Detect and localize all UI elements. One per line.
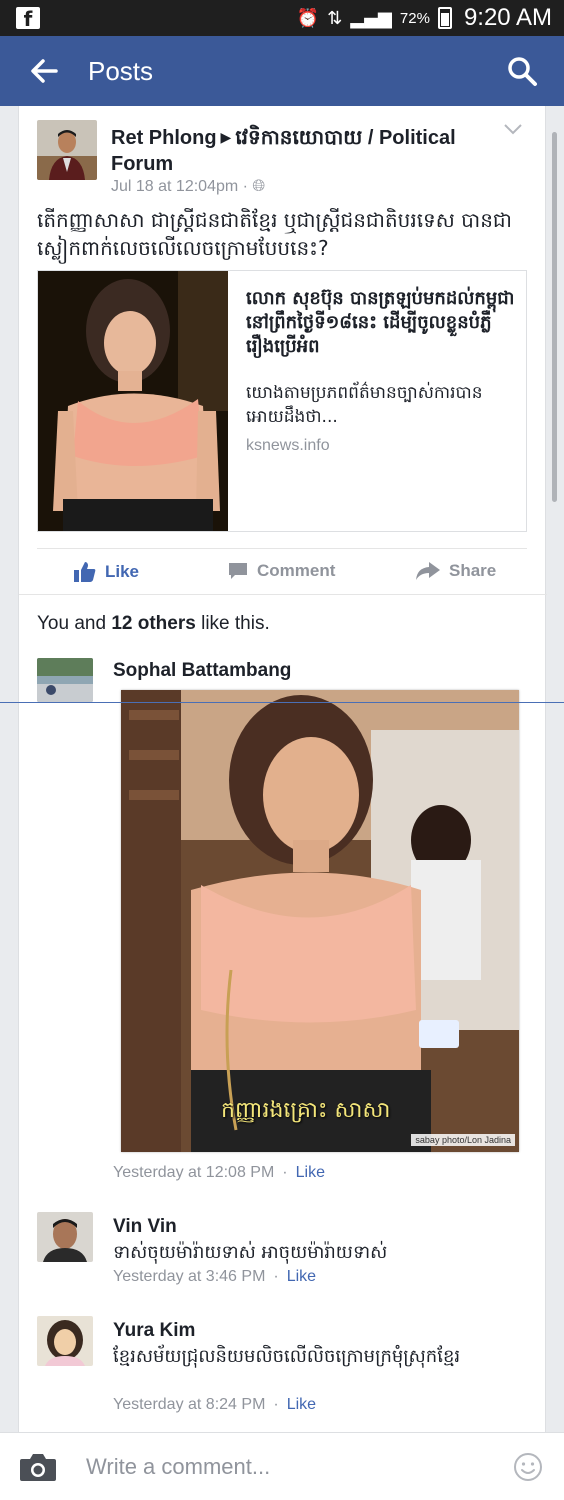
link-preview[interactable]: លោក សុខប៊ុន បានត្រឡប់មកដល់កម្ពុជានៅព្រឹក… [37,270,527,532]
comment-text: ខ្មែរសម័យជ្រុលនិយមលិចលើលិចក្រោមក្រមុំស្រ… [113,1346,461,1367]
data-transfer-icon: ⇅ [327,7,343,29]
link-domain: ksnews.info [246,437,330,454]
status-icons: ⏰ ⇅ ▂▄▆ 72% 9:20 AM [297,0,552,36]
comment-input[interactable] [86,1451,466,1483]
comment-like-link[interactable]: Like [287,1268,316,1285]
photo-credit: sabay photo/Lon Jadina [411,1134,515,1146]
page-title: Posts [88,56,154,86]
comment-time[interactable]: Yesterday at 8:24 PM [113,1396,265,1413]
author-name[interactable]: Ret Phlong [111,127,217,149]
share-button[interactable]: Share [415,561,496,581]
commenter-avatar[interactable] [37,1316,93,1366]
post-action-bar: Like Comment Share [37,548,527,598]
commenter-avatar[interactable] [37,658,93,702]
comment-like-link[interactable]: Like [296,1164,325,1181]
divider [0,702,564,703]
link-title[interactable]: លោក សុខប៊ុន បានត្រឡប់មកដល់កម្ពុជានៅព្រឹក… [246,287,518,359]
comment-icon [229,563,247,579]
comment-meta: Yesterday at 3:46 PM · Like [113,1268,317,1285]
link-preview-image[interactable] [38,271,228,531]
chevron-down-icon[interactable] [503,122,523,136]
author-avatar[interactable] [37,120,97,180]
like-button[interactable]: Like [73,561,139,583]
link-description: យោងតាមប្រភពព័ត៌មានច្បាស់ការបានអោយដឹងថា..… [246,383,483,427]
search-icon[interactable] [504,53,540,89]
comment-text: ទាស់ចុយម៉ារ៉ាយទាស់ អាចុយម៉ារ៉ាយទាស់ [113,1242,388,1263]
alarm-icon: ⏰ [296,7,320,29]
comment-meta: Yesterday at 12:08 PM · Like [113,1164,325,1181]
signal-icon: ▂▄▆ [350,7,392,29]
post-card: Ret Phlong ▶ វេទិកានយោបាយ / Political Foru… [18,106,547,1432]
comment-time[interactable]: Yesterday at 12:08 PM [113,1164,274,1181]
post-text: តើកញ្ញាសាសា ជាស្ត្រីជនជាតិខ្មែរ ឬជាស្ត្រ… [37,208,512,260]
commenter-avatar[interactable] [37,1212,93,1262]
facebook-notification-icon: f [16,7,40,31]
comment-composer [0,1432,564,1500]
battery-icon [437,7,452,29]
comment-meta: Yesterday at 8:24 PM · Like [113,1396,317,1413]
post-header: Ret Phlong ▶ វេទិកានយោបាយ / Political Foru… [111,124,491,177]
thumbs-up-icon [74,562,96,582]
status-bar: f ⏰ ⇅ ▂▄▆ 72% 9:20 AM [0,0,564,36]
back-arrow-icon[interactable] [26,53,62,89]
comment-author[interactable]: Vin Vin [113,1216,177,1238]
scrollbar[interactable] [552,132,557,502]
comment-button[interactable]: Comment [227,561,335,581]
emoji-icon[interactable] [512,1451,544,1483]
comment-like-link[interactable]: Like [287,1396,316,1413]
comment-photo[interactable]: កញ្ញារងគ្រោះ សាសា sabay photo/Lon Jadina [121,690,519,1152]
clock: 9:20 AM [463,4,552,31]
share-icon [416,562,440,580]
post-timestamp[interactable]: Jul 18 at 12:04pm · 🌐︎ [111,178,265,196]
feed-content[interactable]: Ret Phlong ▶ វេទិកានយោបាយ / Political Foru… [0,106,564,1432]
comment-author[interactable]: Sophal Battambang [113,660,291,682]
app-bar: Posts [0,36,564,106]
camera-icon[interactable] [18,1451,58,1483]
comment-author[interactable]: Yura Kim [113,1320,195,1342]
comment-time[interactable]: Yesterday at 3:46 PM [113,1268,265,1285]
globe-icon: 🌐︎ [252,178,266,195]
likes-summary[interactable]: You and 12 others like this. [19,594,547,635]
battery-percent: 72% [399,9,430,27]
share-arrow-icon: ▶ [220,129,232,145]
photo-caption: កញ្ញារងគ្រោះ សាសា [221,1098,391,1123]
